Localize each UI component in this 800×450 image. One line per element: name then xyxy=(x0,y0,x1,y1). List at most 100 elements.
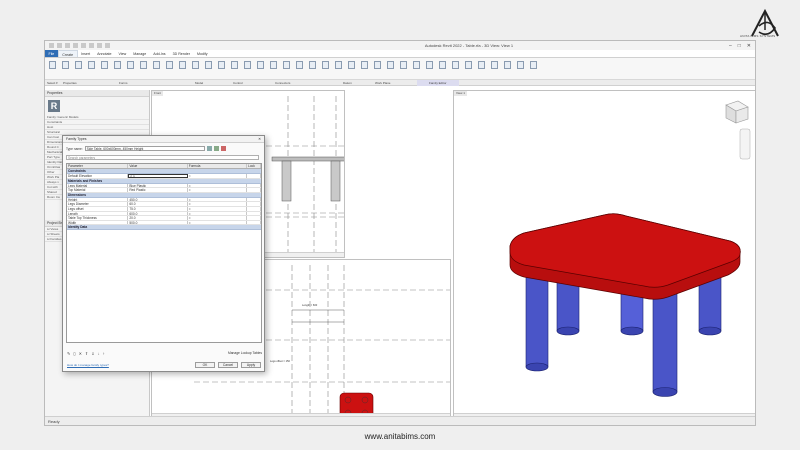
parameter-value[interactable]: Blue Plastic xyxy=(128,183,188,188)
length-dimension[interactable]: Length = 600 xyxy=(302,304,317,307)
cancel-button[interactable]: Cancel xyxy=(218,362,238,368)
legs-offset-dimension[interactable]: Legs offset = 150 xyxy=(270,360,290,363)
sort-descending-icon[interactable]: ↑ xyxy=(103,351,105,356)
manage-lookup-tables-button[interactable]: Manage Lookup Tables xyxy=(219,351,262,357)
parameter-formula[interactable]: = xyxy=(188,211,248,216)
ribbon-tool-icon[interactable] xyxy=(125,59,136,78)
ribbon-tool-icon[interactable] xyxy=(190,59,201,78)
column-header[interactable]: Value xyxy=(128,164,188,168)
maximize-icon[interactable]: □ xyxy=(738,43,741,49)
ribbon-tool-icon[interactable] xyxy=(294,59,305,78)
column-header[interactable]: Lock xyxy=(247,164,261,168)
rename-type-icon[interactable] xyxy=(213,146,219,151)
ribbon-tool-icon[interactable] xyxy=(463,59,474,78)
ribbon-tab[interactable]: File xyxy=(45,50,58,57)
parameter-value[interactable]: 450.0 xyxy=(128,197,188,202)
parameter-lock[interactable] xyxy=(247,197,261,202)
ribbon-tab[interactable]: Manage xyxy=(130,50,150,57)
parameter-formula[interactable]: = xyxy=(188,220,248,225)
ribbon-tool-icon[interactable] xyxy=(476,59,487,78)
parameter-lock[interactable] xyxy=(247,174,261,178)
ribbon-tool-icon[interactable] xyxy=(86,59,97,78)
parameter-group-header[interactable]: Identity Data xyxy=(67,225,261,231)
search-input[interactable]: Search parameters xyxy=(66,155,259,160)
ribbon-tool-icon[interactable] xyxy=(47,59,58,78)
ribbon-tool-icon[interactable] xyxy=(502,59,513,78)
ribbon-tool-icon[interactable] xyxy=(489,59,500,78)
parameter-lock[interactable] xyxy=(247,220,261,225)
ribbon-tool-icon[interactable] xyxy=(177,59,188,78)
help-link[interactable]: How do I manage family types? xyxy=(67,363,109,367)
parameter-value[interactable]: 75.0 xyxy=(128,206,188,211)
ribbon-tool-icon[interactable] xyxy=(424,59,435,78)
ribbon-tool-icon[interactable] xyxy=(281,59,292,78)
ribbon-tool-icon[interactable] xyxy=(229,59,240,78)
ribbon-tab[interactable]: Modify xyxy=(194,50,212,57)
parameter-formula[interactable]: = xyxy=(188,202,248,206)
ribbon-tool-icon[interactable] xyxy=(320,59,331,78)
ribbon-tool-icon[interactable] xyxy=(99,59,110,78)
ribbon-tool-icon[interactable] xyxy=(138,59,149,78)
parameter-lock[interactable] xyxy=(247,211,261,216)
parameter-value[interactable]: 0.0 xyxy=(128,174,188,178)
ribbon-tool-icon[interactable] xyxy=(242,59,253,78)
navigation-bar[interactable] xyxy=(739,128,751,160)
ribbon-tool-icon[interactable] xyxy=(307,59,318,78)
parameter-lock[interactable] xyxy=(247,216,261,220)
move-down-icon[interactable]: ⇓ xyxy=(91,351,94,356)
parameter-formula[interactable]: = xyxy=(188,216,248,220)
ribbon-tool-icon[interactable] xyxy=(333,59,344,78)
close-icon[interactable]: ✕ xyxy=(747,43,751,49)
ribbon-tool-icon[interactable] xyxy=(216,59,227,78)
ribbon-tool-icon[interactable] xyxy=(346,59,357,78)
viewcube-icon[interactable] xyxy=(725,100,749,124)
parameter-formula[interactable]: = xyxy=(188,188,248,192)
delete-parameter-icon[interactable]: ✕ xyxy=(79,351,82,356)
parameter-lock[interactable] xyxy=(247,188,261,192)
ribbon-tab[interactable]: Insert xyxy=(78,50,94,57)
ribbon-tool-icon[interactable] xyxy=(255,59,266,78)
ribbon-tab[interactable]: Annotate xyxy=(94,50,115,57)
ribbon-tab[interactable]: 3D Render xyxy=(169,50,193,57)
3d-view[interactable]: View 1 xyxy=(453,90,755,419)
delete-type-icon[interactable] xyxy=(220,146,226,151)
parameter-value[interactable]: Red Plastic xyxy=(128,188,188,192)
ok-button[interactable]: OK xyxy=(195,362,215,368)
ribbon-tool-icon[interactable] xyxy=(528,59,539,78)
ribbon-tool-icon[interactable] xyxy=(164,59,175,78)
parameter-formula[interactable]: = xyxy=(188,183,248,188)
ribbon-tool-icon[interactable] xyxy=(112,59,123,78)
ribbon-tool-icon[interactable] xyxy=(203,59,214,78)
parameter-formula[interactable]: = xyxy=(188,206,248,211)
edit-parameter-icon[interactable]: ✎ xyxy=(67,351,70,356)
ribbon-tool-icon[interactable] xyxy=(411,59,422,78)
parameter-lock[interactable] xyxy=(247,206,261,211)
ribbon-tool-icon[interactable] xyxy=(372,59,383,78)
ribbon-tool-icon[interactable] xyxy=(515,59,526,78)
ribbon-tool-icon[interactable] xyxy=(398,59,409,78)
ribbon-tool-icon[interactable] xyxy=(60,59,71,78)
ribbon-tool-icon[interactable] xyxy=(385,59,396,78)
ribbon-tool-icon[interactable] xyxy=(437,59,448,78)
parameter-value[interactable]: 600.0 xyxy=(128,211,188,216)
front-view-tab[interactable]: Front xyxy=(152,91,164,96)
move-up-icon[interactable]: ⇑ xyxy=(85,351,88,356)
minimize-icon[interactable]: – xyxy=(729,43,732,49)
ribbon-tab[interactable]: Add-Ins xyxy=(150,50,169,57)
sort-ascending-icon[interactable]: ↓ xyxy=(98,351,100,356)
parameter-value[interactable]: 20.0 xyxy=(128,216,188,220)
ribbon-tab[interactable]: Create xyxy=(57,50,78,57)
column-header[interactable]: Formula xyxy=(188,164,248,168)
dialog-close-icon[interactable]: ✕ xyxy=(258,136,264,142)
new-parameter-icon[interactable]: ▯ xyxy=(73,351,75,356)
ribbon-tab[interactable]: View xyxy=(115,50,130,57)
parameter-formula[interactable]: = xyxy=(188,174,248,178)
parameter-formula[interactable]: = xyxy=(188,197,248,202)
3d-view-tab[interactable]: View 1 xyxy=(454,91,467,96)
parameter-lock[interactable] xyxy=(247,202,261,206)
ribbon-tool-icon[interactable] xyxy=(73,59,84,78)
ribbon-tool-icon[interactable] xyxy=(268,59,279,78)
parameter-value[interactable]: 500.0 xyxy=(128,220,188,225)
ribbon-tool-icon[interactable] xyxy=(151,59,162,78)
parameter-value[interactable]: 60.0 xyxy=(128,202,188,206)
